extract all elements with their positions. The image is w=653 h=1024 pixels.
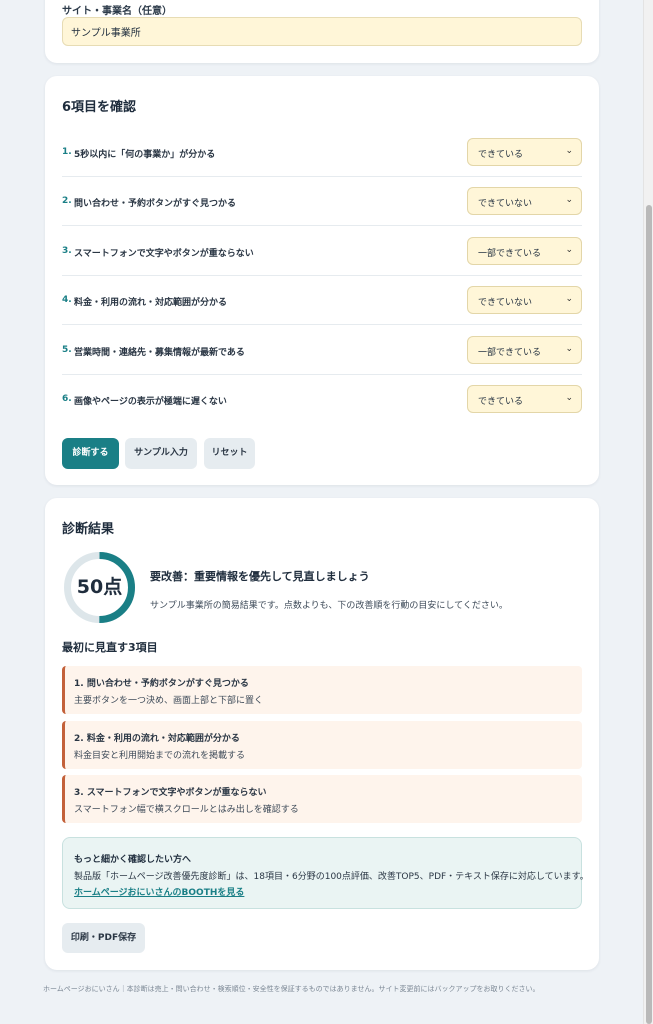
footer-disclaimer: ホームページおにいさん｜本診断は売上・問い合わせ・検索順位・安全性を保証するもの… <box>43 985 540 993</box>
check-row-2: 2. 問い合わせ・予約ボタンがすぐ見つかる できていない ⌄ <box>62 177 582 226</box>
priority-item-3: 3. スマートフォンで文字やボタンが重ならない スマートフォン幅で横スクロールと… <box>62 775 582 823</box>
result-title: 診断結果 <box>62 522 115 537</box>
select-value: 一部できている <box>478 249 542 259</box>
check-row-5: 5. 営業時間・連絡先・募集情報が最新である 一部できている ⌄ <box>62 326 582 375</box>
result-card: 診断結果 50点 要改善：重要情報を優先して見直しましょう サンプル事業所の簡易… <box>45 498 599 970</box>
check-select-4[interactable]: できていない ⌄ <box>467 286 582 314</box>
select-value: 一部できている <box>478 348 542 358</box>
chevron-down-icon: ⌄ <box>565 393 573 403</box>
scrollbar-thumb[interactable] <box>646 205 652 1024</box>
verdict-text: 要改善：重要情報を優先して見直しましょう <box>150 570 370 583</box>
priority-title: 3. スマートフォンで文字やボタンが重ならない <box>74 788 267 798</box>
priority-item-2: 2. 料金・利用の流れ・対応範囲が分かる 料金目安と利用開始までの流れを掲載する <box>62 721 582 769</box>
select-value: できていない <box>478 199 533 209</box>
check-number: 1. <box>62 147 72 157</box>
check-row-4: 4. 料金・利用の流れ・対応範囲が分かる できていない ⌄ <box>62 276 582 325</box>
check-label: スマートフォンで文字やボタンが重ならない <box>74 249 254 259</box>
promo-description: 製品版「ホームページ改善優先度診断」は、18項目・6分野の100点評価、改善TO… <box>74 872 589 882</box>
check-row-6: 6. 画像やページの表示が極端に遅くない できている ⌄ <box>62 375 582 424</box>
check-number: 3. <box>62 246 72 256</box>
check-label: 画像やページの表示が極端に遅くない <box>74 397 227 407</box>
print-pdf-button[interactable]: 印刷・PDF保存 <box>62 923 145 953</box>
check-row-3: 3. スマートフォンで文字やボタンが重ならない 一部できている ⌄ <box>62 227 582 276</box>
chevron-down-icon: ⌄ <box>565 245 573 255</box>
promo-title: もっと細かく確認したい方へ <box>74 855 192 865</box>
priority-item-1: 1. 問い合わせ・予約ボタンがすぐ見つかる 主要ボタンを一つ決め、画面上部と下部… <box>62 666 582 714</box>
priority-desc: スマートフォン幅で横スクロールとはみ出しを確認する <box>74 805 299 815</box>
priority-desc: 料金目安と利用開始までの流れを掲載する <box>74 751 246 761</box>
check-label: 問い合わせ・予約ボタンがすぐ見つかる <box>74 199 237 209</box>
booth-link[interactable]: ホームページおにいさんのBOOTHを見る <box>74 885 244 898</box>
select-value: できている <box>478 150 524 160</box>
site-name-input[interactable] <box>62 17 582 46</box>
check-label: 料金・利用の流れ・対応範囲が分かる <box>74 298 228 308</box>
site-name-label: サイト・事業名（任意） <box>62 6 172 17</box>
score-value: 50点 <box>76 576 123 598</box>
select-value: できている <box>478 397 524 407</box>
check-select-2[interactable]: できていない ⌄ <box>467 187 582 215</box>
select-value: できていない <box>478 298 533 308</box>
priority-title: 1. 問い合わせ・予約ボタンがすぐ見つかる <box>74 679 249 689</box>
check-select-1[interactable]: できている ⌄ <box>467 138 582 166</box>
priority-title: 2. 料金・利用の流れ・対応範囲が分かる <box>74 734 240 744</box>
chevron-down-icon: ⌄ <box>565 195 573 205</box>
check-row-1: 1. 5秒以内に「何の事業か」が分かる できている ⌄ <box>62 128 582 177</box>
checklist-card: 6項目を確認 1. 5秒以内に「何の事業か」が分かる できている ⌄ 2. 問い… <box>45 76 599 485</box>
check-select-5[interactable]: 一部できている ⌄ <box>467 336 582 364</box>
scrollbar[interactable] <box>643 0 653 1024</box>
priority-desc: 主要ボタンを一つ決め、画面上部と下部に置く <box>74 696 264 706</box>
check-number: 2. <box>62 196 72 206</box>
promo-box: もっと細かく確認したい方へ 製品版「ホームページ改善優先度診断」は、18項目・6… <box>62 837 589 909</box>
verdict-description: サンプル事業所の簡易結果です。点数よりも、下の改善順を行動の目安にしてください。 <box>150 601 508 611</box>
sample-input-button[interactable]: サンプル入力 <box>125 438 197 469</box>
check-number: 4. <box>62 295 72 305</box>
check-number: 6. <box>62 394 72 404</box>
check-label: 5秒以内に「何の事業か」が分かる <box>74 150 216 160</box>
check-select-3[interactable]: 一部できている ⌄ <box>467 237 582 265</box>
check-number: 5. <box>62 345 72 355</box>
checklist-title: 6項目を確認 <box>62 100 137 115</box>
chevron-down-icon: ⌄ <box>565 294 573 304</box>
chevron-down-icon: ⌄ <box>565 146 573 156</box>
reset-button[interactable]: リセット <box>204 438 255 469</box>
check-select-6[interactable]: できている ⌄ <box>467 385 582 413</box>
chevron-down-icon: ⌄ <box>565 344 573 354</box>
check-label: 営業時間・連絡先・募集情報が最新である <box>74 348 245 358</box>
priority-heading: 最初に見直す3項目 <box>62 641 158 654</box>
page: サイト・事業名（任意） 6項目を確認 1. 5秒以内に「何の事業か」が分かる で… <box>0 0 643 1024</box>
site-name-card: サイト・事業名（任意） <box>45 0 599 63</box>
diagnose-button[interactable]: 診断する <box>62 438 119 469</box>
